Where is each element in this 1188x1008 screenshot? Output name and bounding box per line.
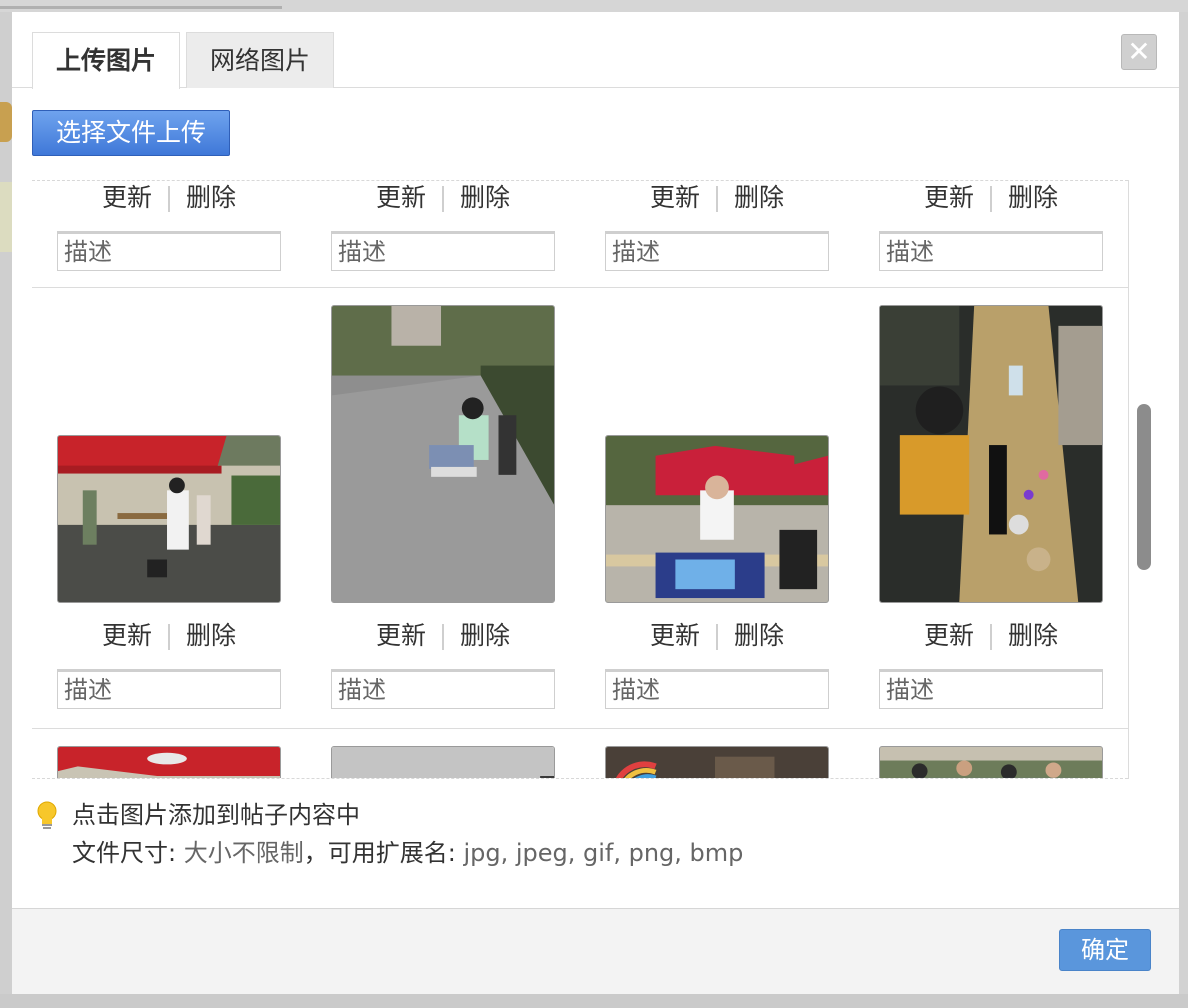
photo-red-tent bbox=[58, 436, 280, 602]
delete-button[interactable]: 删除 bbox=[450, 181, 520, 215]
actions-divider bbox=[716, 186, 718, 212]
update-button[interactable]: 更新 bbox=[914, 619, 984, 653]
hint-size-value: 大小不限制 bbox=[183, 839, 304, 867]
image-item bbox=[879, 746, 1103, 778]
description-input[interactable] bbox=[331, 669, 555, 709]
image-thumbnail[interactable] bbox=[331, 746, 555, 778]
image-item bbox=[605, 746, 829, 778]
image-thumbnail[interactable] bbox=[879, 746, 1103, 778]
description-input[interactable] bbox=[879, 669, 1103, 709]
background-avatar-fragment bbox=[0, 102, 12, 142]
image-upload-dialog: 上传图片 网络图片 ✕ 选择文件上传 更新删除 更新删除 更新 bbox=[12, 12, 1179, 994]
hint-size-label: 文件尺寸: bbox=[72, 839, 184, 867]
image-actions: 更新 删除 bbox=[331, 181, 555, 215]
image-thumbnail[interactable] bbox=[57, 435, 281, 603]
delete-button[interactable]: 删除 bbox=[176, 181, 246, 215]
update-button[interactable]: 更新 bbox=[366, 181, 436, 215]
description-input[interactable] bbox=[331, 231, 555, 271]
image-actions: 更新 删除 bbox=[57, 181, 281, 215]
image-item: 更新 删除 bbox=[57, 181, 281, 288]
confirm-button[interactable]: 确定 bbox=[1059, 929, 1151, 971]
update-button[interactable]: 更新 bbox=[640, 181, 710, 215]
image-item bbox=[331, 746, 555, 778]
photo-rainbow-umbrella bbox=[606, 747, 828, 778]
description-input[interactable] bbox=[879, 231, 1103, 271]
actions-divider bbox=[990, 624, 992, 650]
close-icon: ✕ bbox=[1127, 35, 1151, 68]
image-actions: 更新 删除 bbox=[605, 181, 829, 215]
hint-file-info: 文件尺寸: 大小不限制，可用扩展名: jpg, jpeg, gif, png, … bbox=[72, 836, 743, 870]
description-input[interactable] bbox=[57, 231, 281, 271]
background-page-bottom bbox=[0, 994, 1188, 1008]
tab-web-image[interactable]: 网络图片 bbox=[186, 32, 334, 88]
scrollbar-thumb[interactable] bbox=[1137, 404, 1151, 570]
update-button[interactable]: 更新 bbox=[914, 181, 984, 215]
select-file-upload-button[interactable]: 选择文件上传 bbox=[32, 110, 230, 156]
image-thumbnail[interactable] bbox=[57, 746, 281, 778]
delete-button[interactable]: 删除 bbox=[724, 181, 794, 215]
image-thumbnail[interactable] bbox=[605, 746, 829, 778]
photo-crowd bbox=[880, 747, 1102, 778]
image-row: 更新 删除 描述 更新 删除 描述 更新 删除 描述 更新 删除 描述 bbox=[32, 289, 1128, 729]
background-page-bar bbox=[0, 6, 282, 9]
image-item: 更新 删除 bbox=[57, 289, 281, 729]
image-item: 更新 删除 bbox=[605, 181, 829, 288]
actions-divider bbox=[442, 186, 444, 212]
image-item: 更新 删除 bbox=[879, 289, 1103, 729]
image-item bbox=[57, 746, 281, 778]
image-item: 更新 删除 bbox=[331, 181, 555, 288]
image-item: 更新 删除 bbox=[605, 289, 829, 729]
background-page-right bbox=[1179, 12, 1188, 1008]
delete-button[interactable]: 删除 bbox=[998, 619, 1068, 653]
image-actions: 更新 删除 bbox=[331, 619, 555, 653]
description-input[interactable] bbox=[605, 669, 829, 709]
update-button[interactable]: 更新 bbox=[92, 181, 162, 215]
delete-button[interactable]: 删除 bbox=[450, 619, 520, 653]
image-actions: 更新 删除 bbox=[57, 619, 281, 653]
image-actions: 更新 删除 bbox=[879, 619, 1103, 653]
image-item: 更新 删除 bbox=[879, 181, 1103, 288]
actions-divider bbox=[442, 624, 444, 650]
photo-booth-poster bbox=[606, 436, 828, 602]
update-button[interactable]: 更新 bbox=[366, 619, 436, 653]
photo-painting-table bbox=[880, 306, 1102, 602]
actions-divider bbox=[716, 624, 718, 650]
image-row: 更新删除 更新删除 更新删除 更新删除 bbox=[32, 181, 1128, 288]
close-button[interactable]: ✕ bbox=[1121, 34, 1157, 70]
hint-ext-label: ，可用扩展名: bbox=[303, 839, 464, 867]
description-input[interactable] bbox=[605, 231, 829, 271]
image-actions: 更新 删除 bbox=[879, 181, 1103, 215]
background-page-left bbox=[0, 12, 12, 1008]
delete-button[interactable]: 删除 bbox=[998, 181, 1068, 215]
background-panel-fragment bbox=[0, 182, 12, 252]
image-item: 更新 删除 bbox=[331, 289, 555, 729]
actions-divider bbox=[168, 186, 170, 212]
photo-gray-sky bbox=[332, 747, 554, 778]
hint-ext-value: jpg, jpeg, gif, png, bmp bbox=[463, 839, 744, 867]
photo-red-tent-2 bbox=[58, 747, 280, 778]
lightbulb-icon bbox=[37, 801, 57, 829]
tab-bar: 上传图片 网络图片 ✕ bbox=[12, 12, 1179, 89]
delete-button[interactable]: 删除 bbox=[724, 619, 794, 653]
dialog-footer: 确定 bbox=[12, 908, 1179, 994]
image-row bbox=[32, 730, 1128, 778]
actions-divider bbox=[168, 624, 170, 650]
image-thumbnail[interactable] bbox=[331, 305, 555, 603]
actions-divider bbox=[990, 186, 992, 212]
update-button[interactable]: 更新 bbox=[92, 619, 162, 653]
image-thumbnail[interactable] bbox=[605, 435, 829, 603]
image-actions: 更新 删除 bbox=[605, 619, 829, 653]
photo-sitting-person bbox=[332, 306, 554, 602]
update-button[interactable]: 更新 bbox=[640, 619, 710, 653]
tab-upload-image[interactable]: 上传图片 bbox=[32, 32, 180, 89]
description-input[interactable] bbox=[57, 669, 281, 709]
hint-click-image: 点击图片添加到帖子内容中 bbox=[72, 801, 360, 829]
image-grid[interactable]: 更新删除 更新删除 更新删除 更新删除 bbox=[32, 180, 1128, 779]
scroll-track-border bbox=[1128, 180, 1129, 779]
delete-button[interactable]: 删除 bbox=[176, 619, 246, 653]
image-thumbnail[interactable] bbox=[879, 305, 1103, 603]
